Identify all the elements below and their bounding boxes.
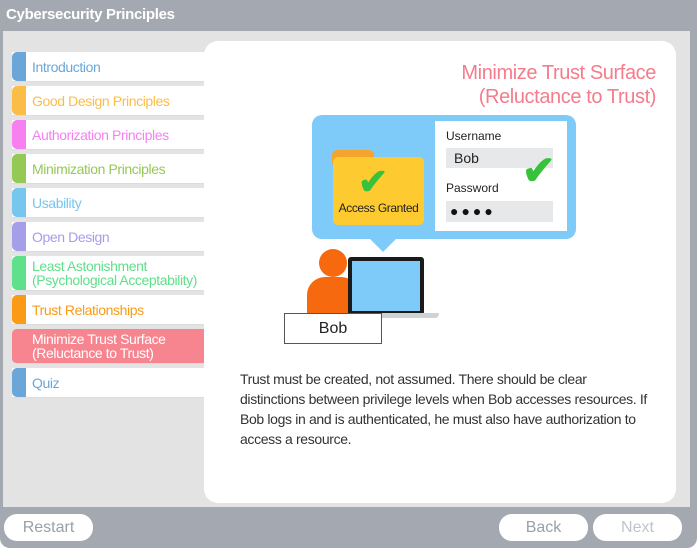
sidebar-item-color-tab [12,222,26,251]
page-title: Minimize Trust Surface (Reluctance to Tr… [461,62,656,108]
sidebar-item-color-tab [12,295,26,324]
sidebar-item-label: Minimization Principles [32,160,166,177]
sidebar-item[interactable]: Minimize Trust Surface (Reluctance to Tr… [12,329,204,364]
sidebar-item-label: Good Design Principles [32,92,170,109]
person-name-label: Bob [284,313,382,344]
sidebar-item-label: Quiz [32,374,60,391]
window-title: Cybersecurity Principles [6,6,175,23]
username-value: Bob [454,150,479,166]
sidebar-item-label: Trust Relationships [32,301,144,318]
sidebar-item-label: Authorization Principles [32,126,169,143]
sidebar-item[interactable]: Good Design Principles [12,86,204,116]
next-button[interactable]: Next [593,514,682,541]
sidebar-nav: Introduction Good Design Principles Author… [12,52,204,402]
password-label: Password [446,181,499,195]
sidebar-item-color-tab [12,256,26,290]
speech-bubble-tip [369,238,397,252]
checkmark-icon: ✔ [522,149,556,193]
sidebar-item[interactable]: Minimization Principles [12,154,204,184]
checkmark-icon: ✔ [358,161,389,202]
password-value: ●●●● [450,203,496,219]
sidebar-item-color-tab [12,52,26,81]
sidebar-item[interactable]: Authorization Principles [12,120,204,150]
sidebar-item[interactable]: Usability [12,188,204,218]
sidebar-item-label: Minimize Trust Surface (Reluctance to Tr… [32,331,166,361]
back-button[interactable]: Back [499,514,588,541]
sidebar-item-label: Least Astonishment (Psychological Accept… [32,258,198,288]
sidebar-item[interactable]: Least Astonishment (Psychological Accept… [12,256,204,291]
content-card: Minimize Trust Surface (Reluctance to Tr… [204,41,676,503]
sidebar-item[interactable]: Open Design [12,222,204,252]
sidebar-item-color-tab [12,86,26,115]
sidebar-item-color-tab [12,120,26,149]
sidebar-item-color-tab [12,188,26,217]
sidebar-item-label: Usability [32,194,82,211]
restart-button[interactable]: Restart [4,514,93,541]
username-label: Username [446,129,502,143]
body-text: Trust must be created, not assumed. Ther… [240,371,647,447]
sidebar-item-color-tab [12,368,26,397]
sidebar-item[interactable]: Introduction [12,52,204,82]
sidebar-item[interactable]: Quiz [12,368,204,398]
sidebar-item-color-tab [12,329,26,363]
person-icon-head [319,249,347,277]
sidebar-item[interactable]: Trust Relationships [12,295,204,325]
sidebar-item-label: Introduction [32,58,101,75]
sidebar-item-color-tab [12,154,26,183]
sidebar-item-label: Open Design [32,228,110,245]
app-window: Cybersecurity Principles Introduction Goo… [0,0,697,548]
password-field: ●●●● [446,201,553,222]
laptop-display [352,261,420,311]
access-granted-label: Access Granted [338,201,419,215]
